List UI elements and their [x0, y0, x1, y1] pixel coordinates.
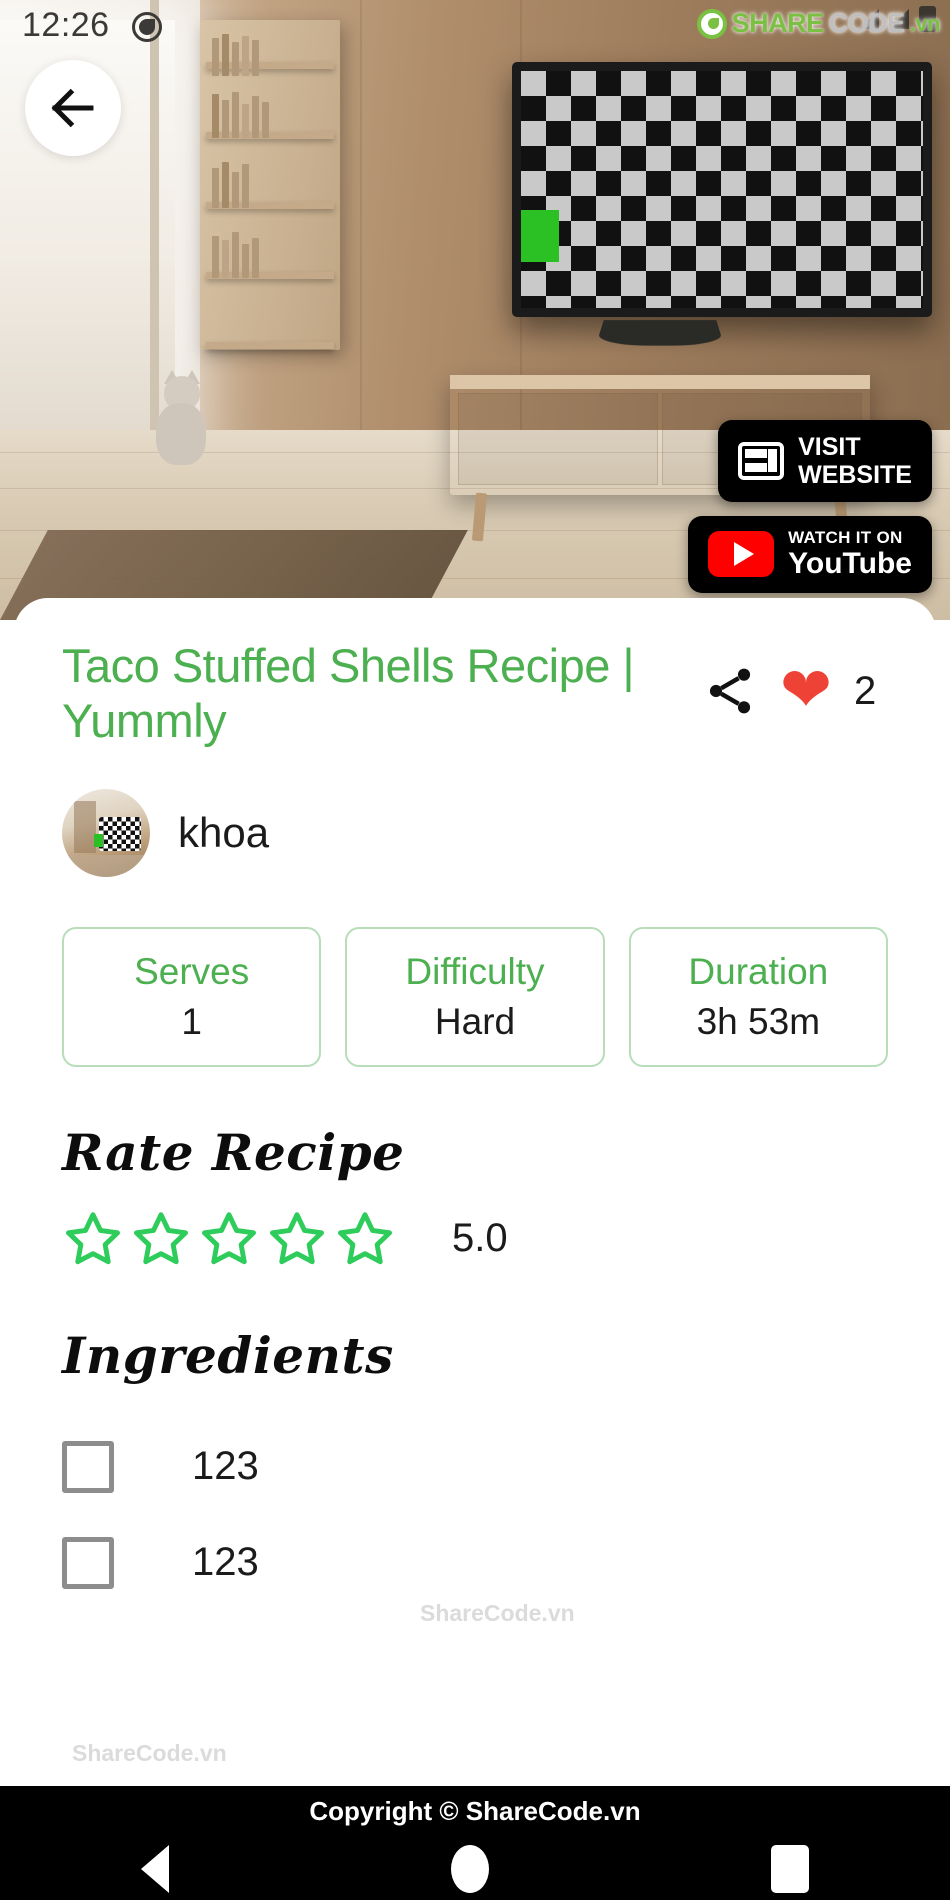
- youtube-line1: WATCH IT ON: [788, 528, 903, 547]
- duration-label: Duration: [688, 950, 829, 992]
- serves-value: 1: [181, 1000, 202, 1042]
- ar-action-buttons: VISIT WEBSITE WATCH IT ON YouTube: [688, 420, 932, 593]
- star-icon-5[interactable]: [334, 1208, 396, 1270]
- stat-card-serves: Serves 1: [62, 926, 322, 1067]
- list-item[interactable]: 123: [62, 1419, 888, 1515]
- ingredients-heading: Ingredients: [62, 1325, 394, 1385]
- nav-home-icon[interactable]: [451, 1845, 489, 1893]
- logo-share-text: SHARE: [731, 8, 825, 38]
- youtube-line2: YouTube: [788, 547, 912, 580]
- website-layout-icon: [738, 442, 785, 480]
- logo-code-text: CODE: [828, 8, 906, 38]
- android-nav-bar: Copyright © ShareCode.vn: [0, 1786, 950, 1900]
- title-actions: ❤ 2: [702, 660, 876, 722]
- logo-vn-text: .vn: [909, 10, 941, 36]
- recipe-detail-sheet: Taco Stuffed Shells Recipe | Yummly ❤ 2 …: [14, 598, 936, 1840]
- ingredient-checkbox[interactable]: [62, 1536, 114, 1589]
- back-button[interactable]: [25, 60, 121, 156]
- tv-stand: [595, 320, 725, 346]
- like-count: 2: [853, 668, 877, 713]
- cat-figure: [150, 370, 212, 465]
- star-icon-3[interactable]: [198, 1208, 260, 1270]
- visit-website-button[interactable]: VISIT WEBSITE: [718, 420, 932, 502]
- list-item[interactable]: 123: [62, 1515, 888, 1611]
- status-time: 12:26: [22, 6, 110, 44]
- page-title: Taco Stuffed Shells Recipe | Yummly: [62, 639, 635, 748]
- ingredient-label: 123: [192, 1444, 259, 1489]
- ar-tv-model: [512, 62, 932, 317]
- stat-card-difficulty: Difficulty Hard: [345, 926, 605, 1067]
- status-bar: 12:26 SHARE CODE .vn: [0, 0, 950, 52]
- phone-screen: 12:26 SHARE CODE .vn VISIT WEBSITE WATCH…: [0, 0, 950, 1900]
- visit-line1: VISIT: [798, 433, 861, 461]
- share-icon[interactable]: [702, 663, 758, 719]
- duration-value: 3h 53m: [696, 1000, 821, 1042]
- watermark-text: ShareCode.vn: [72, 1740, 227, 1766]
- watch-on-youtube-button[interactable]: WATCH IT ON YouTube: [688, 516, 932, 593]
- author-row[interactable]: khoa: [62, 788, 888, 877]
- sharecode-watermark-logo: SHARE CODE .vn: [696, 8, 941, 39]
- ingredients-list: 123 123: [62, 1419, 888, 1611]
- serves-label: Serves: [134, 950, 250, 992]
- nav-back-icon[interactable]: [141, 1845, 169, 1893]
- rating-stars: 5.0: [62, 1208, 888, 1270]
- star-icon-1[interactable]: [62, 1208, 124, 1270]
- difficulty-value: Hard: [434, 1000, 516, 1042]
- stat-card-duration: Duration 3h 53m: [628, 926, 888, 1067]
- youtube-label: WATCH IT ON YouTube: [788, 529, 912, 580]
- visit-website-label: VISIT WEBSITE: [798, 433, 912, 489]
- visit-line2: WEBSITE: [798, 461, 912, 489]
- difficulty-label: Difficulty: [405, 950, 545, 992]
- author-name: khoa: [178, 808, 270, 856]
- do-not-disturb-icon: [132, 12, 162, 42]
- title-row: Taco Stuffed Shells Recipe | Yummly ❤ 2: [62, 638, 888, 749]
- rate-recipe-heading: Rate Recipe: [62, 1122, 405, 1182]
- sharecode-logo-icon: [696, 8, 727, 39]
- ingredient-label: 123: [192, 1540, 259, 1585]
- recipe-stats: Serves 1 Difficulty Hard Duration 3h 53m: [62, 926, 888, 1067]
- star-icon-2[interactable]: [130, 1208, 192, 1270]
- youtube-icon: [708, 531, 775, 578]
- nav-buttons: [0, 1838, 950, 1900]
- arrow-left-icon: [51, 88, 94, 128]
- ingredient-checkbox[interactable]: [62, 1440, 114, 1493]
- bookshelf: [200, 20, 340, 350]
- rating-value: 5.0: [452, 1216, 508, 1261]
- copyright-text: Copyright © ShareCode.vn: [309, 1796, 641, 1826]
- favorite-heart-icon[interactable]: ❤: [780, 660, 832, 722]
- watermark-text: ShareCode.vn: [420, 1600, 575, 1626]
- star-icon-4[interactable]: [266, 1208, 328, 1270]
- avatar: [62, 788, 150, 877]
- nav-recents-icon[interactable]: [771, 1845, 809, 1893]
